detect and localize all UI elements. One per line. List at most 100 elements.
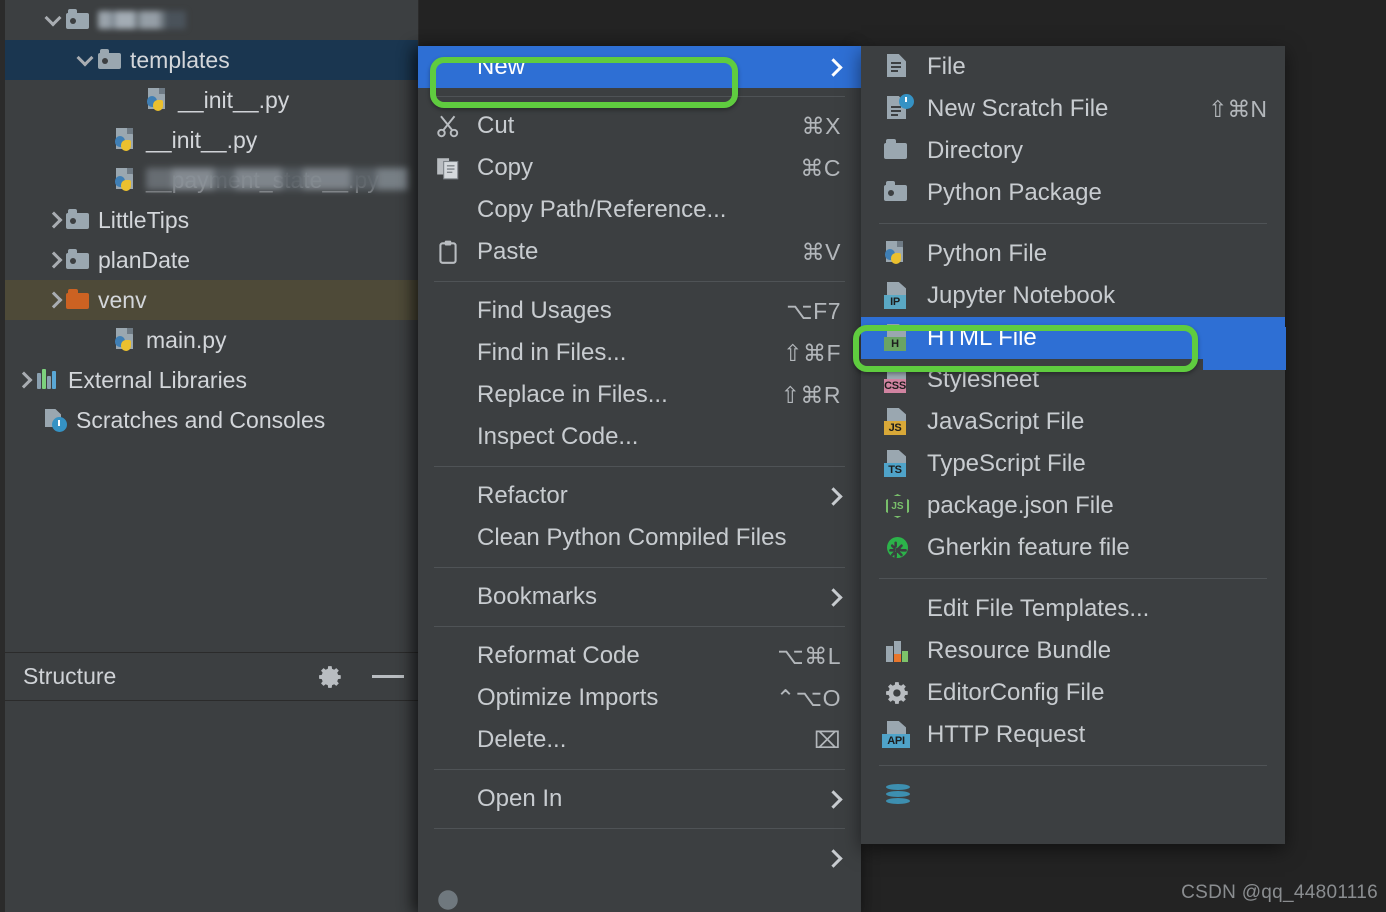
chevron-right-icon	[823, 586, 845, 608]
chevron-right-icon[interactable]	[43, 289, 65, 311]
blank-icon	[435, 424, 463, 450]
tree-row-init-2[interactable]: __init__.py	[5, 120, 418, 160]
tree-row-mainpy[interactable]: main.py	[5, 320, 418, 360]
submenu-item-new-scratch-file[interactable]: New Scratch File ⇧⌘N	[861, 88, 1285, 130]
folder-icon	[65, 207, 91, 233]
menu-item-copy[interactable]: Copy ⌘C	[418, 147, 861, 189]
chevron-right-icon	[823, 847, 845, 869]
tree-label: templates	[130, 46, 230, 73]
menu-item-refactor[interactable]: Refactor	[418, 475, 861, 517]
tree-row[interactable]	[5, 0, 418, 40]
chevron-right-icon[interactable]	[13, 369, 35, 391]
database-icon	[883, 782, 913, 810]
python-file-icon	[113, 127, 139, 153]
menu-item-local-history[interactable]	[418, 837, 861, 879]
menu-item-find-in-files[interactable]: Find in Files... ⇧⌘F	[418, 332, 861, 374]
menu-item-find-usages[interactable]: Find Usages ⌥F7	[418, 290, 861, 332]
javascript-file-icon: JS	[883, 408, 913, 436]
folder-orange-icon	[65, 287, 91, 313]
tree-row-templates[interactable]: templates	[5, 40, 418, 80]
resource-bundle-icon	[883, 637, 913, 665]
submenu-item-http-request[interactable]: API HTTP Request	[861, 714, 1285, 756]
menu-item-paste[interactable]: Paste ⌘V	[418, 231, 861, 273]
menu-item-inspect-code[interactable]: Inspect Code...	[418, 416, 861, 458]
tree-row-redacted-py[interactable]: __payment_state__.py	[5, 160, 418, 200]
submenu-item-javascript-file[interactable]: JS JavaScript File	[861, 401, 1285, 443]
scratch-file-icon	[883, 94, 914, 123]
typescript-file-icon: TS	[883, 450, 913, 478]
submenu-item-resource-bundle[interactable]: Resource Bundle	[861, 630, 1285, 672]
menu-item-new[interactable]: New	[418, 46, 861, 88]
chevron-down-icon[interactable]	[75, 49, 97, 71]
menu-item-clean-python-compiled-files[interactable]: Clean Python Compiled Files	[418, 517, 861, 559]
minimize-icon[interactable]	[372, 675, 404, 678]
python-file-icon	[145, 87, 171, 113]
menu-separator	[434, 567, 845, 568]
blank-icon	[435, 340, 463, 366]
submenu-item-python-package[interactable]: Python Package	[861, 172, 1285, 214]
python-package-icon	[883, 179, 913, 207]
python-file-icon	[113, 327, 139, 353]
folder-icon	[97, 47, 123, 73]
blank-icon	[435, 525, 463, 551]
submenu-item-typescript-file[interactable]: TS TypeScript File	[861, 443, 1285, 485]
submenu-item-data-source-in-path[interactable]	[861, 775, 1285, 817]
jupyter-notebook-icon: IP	[883, 282, 913, 310]
watermark: CSDN @qq_44801116	[1181, 882, 1378, 903]
submenu-item-gherkin-feature-file[interactable]: Gherkin feature file	[861, 527, 1285, 569]
tree-label: Scratches and Consoles	[76, 406, 326, 433]
tree-row-plandate[interactable]: planDate	[5, 240, 418, 280]
menu-separator	[434, 281, 845, 282]
context-menu[interactable]: New Cut ⌘X Copy ⌘C Copy Path/Reference..…	[418, 46, 861, 912]
tree-label: planDate	[98, 246, 191, 273]
blank-icon	[435, 54, 463, 80]
submenu-item-edit-file-templates[interactable]: Edit File Templates...	[861, 588, 1285, 630]
library-bars-icon	[35, 367, 61, 393]
menu-separator	[434, 769, 845, 770]
menu-item-clipped[interactable]	[418, 879, 861, 912]
python-file-icon	[113, 167, 139, 193]
directory-icon	[883, 137, 913, 165]
submenu-item-editorconfig-file[interactable]: EditorConfig File	[861, 672, 1285, 714]
submenu-item-file[interactable]: File	[861, 46, 1285, 88]
submenu-separator	[879, 578, 1267, 579]
blank-icon	[435, 786, 463, 812]
menu-item-optimize-imports[interactable]: Optimize Imports ⌃⌥O	[418, 677, 861, 719]
tree-label: __init__.py	[146, 126, 258, 153]
chevron-right-icon[interactable]	[43, 249, 65, 271]
tree-row-external-libraries[interactable]: External Libraries	[5, 360, 418, 400]
html-file-icon: H	[883, 324, 913, 352]
stylesheet-icon: CSS	[883, 366, 913, 394]
scratches-icon	[43, 407, 69, 433]
tree-row-littletips[interactable]: LittleTips	[5, 200, 418, 240]
tree-row-scratches-and-consoles[interactable]: Scratches and Consoles	[5, 400, 418, 440]
submenu-item-jupyter-notebook[interactable]: IP Jupyter Notebook	[861, 275, 1285, 317]
tree-row-init-1[interactable]: __init__.py	[5, 80, 418, 120]
tree-label: External Libraries	[68, 366, 247, 393]
menu-item-cut[interactable]: Cut ⌘X	[418, 105, 861, 147]
html-file-highlight-extension	[1203, 327, 1286, 370]
new-submenu[interactable]: File New Scratch File ⇧⌘N Directory Pyth…	[861, 46, 1285, 844]
menu-separator	[434, 96, 845, 97]
project-tree-panel[interactable]: templates __init__.py __init__.py __paym…	[0, 0, 419, 652]
gear-icon[interactable]	[318, 664, 344, 690]
menu-item-delete[interactable]: Delete... ⌧	[418, 719, 861, 761]
file-icon	[883, 53, 913, 81]
menu-separator	[434, 828, 845, 829]
menu-item-reformat-code[interactable]: Reformat Code ⌥⌘L	[418, 635, 861, 677]
nodejs-icon: JS	[883, 492, 913, 520]
tree-row-venv[interactable]: venv	[5, 280, 418, 320]
menu-item-copy-path-reference[interactable]: Copy Path/Reference...	[418, 189, 861, 231]
python-file-icon	[883, 240, 913, 268]
submenu-item-package-json-file[interactable]: JS package.json File	[861, 485, 1285, 527]
menu-item-bookmarks[interactable]: Bookmarks	[418, 576, 861, 618]
http-request-icon: API	[882, 721, 913, 749]
submenu-item-directory[interactable]: Directory	[861, 130, 1285, 172]
submenu-item-python-file[interactable]: Python File	[861, 233, 1285, 275]
filename-redaction-overlay	[146, 167, 408, 190]
menu-item-replace-in-files[interactable]: Replace in Files... ⇧⌘R	[418, 374, 861, 416]
chevron-down-icon[interactable]	[43, 9, 65, 31]
chevron-right-icon[interactable]	[43, 209, 65, 231]
menu-item-open-in[interactable]: Open In	[418, 778, 861, 820]
cucumber-icon	[883, 534, 913, 562]
